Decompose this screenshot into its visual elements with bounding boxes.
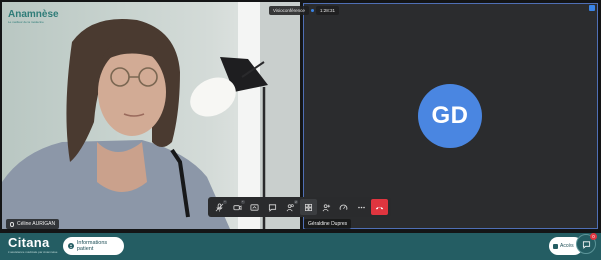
invite-icon (322, 203, 330, 211)
camera-button[interactable]: ^ (229, 199, 246, 215)
microphone-button[interactable]: ^ (211, 199, 228, 215)
screen-share-button[interactable] (247, 199, 264, 215)
chat-icon (269, 203, 277, 212)
remote-name-tag: Géraldine Dupres (304, 219, 352, 229)
chat-button[interactable] (264, 199, 281, 215)
speed-icon (340, 204, 348, 210)
recording-indicator-icon (310, 9, 314, 12)
brand-watermark: Anamnèse Le meilleur de la médecine (8, 9, 59, 25)
user-icon (68, 243, 74, 249)
bottom-bar: Citana L'assistance médicale par Anamnès… (0, 233, 601, 260)
participants-button[interactable]: 2 (282, 199, 299, 215)
participants-icon (286, 203, 294, 211)
microphone-icon (215, 202, 224, 212)
logo-tagline: L'assistance médicale par Anamnèse (8, 250, 58, 254)
more-icon (358, 206, 366, 208)
patient-info-button[interactable]: Informations patient (63, 237, 124, 255)
brand-tagline: Le meilleur de la médecine (8, 20, 44, 24)
participant-count-icon: 2 (293, 200, 298, 204)
person (2, 18, 230, 229)
grid-view-icon (304, 203, 312, 211)
document-icon (553, 243, 558, 249)
call-toolbar: ^ ^ 2 (208, 197, 391, 217)
local-participant-name: Céline AURIGAN (17, 221, 56, 227)
local-video-tile: Anamnèse Le meilleur de la médecine (2, 2, 300, 229)
grid-view-button[interactable] (299, 199, 317, 215)
screen-share-icon (250, 203, 259, 211)
video-stage: Anamnèse Le meilleur de la médecine GD C… (0, 0, 601, 233)
access-label: Accès (560, 243, 574, 249)
patient-info-label: Informations patient (76, 240, 108, 252)
mic-options-chevron-icon[interactable]: ^ (222, 200, 227, 204)
invite-button[interactable] (318, 199, 335, 215)
brand-name: Anamnèse (8, 9, 59, 20)
chat-badge: 0 (590, 233, 597, 240)
mic-status-icon (10, 221, 14, 227)
camera-scene (2, 18, 268, 229)
participant-avatar: GD (418, 84, 482, 148)
call-header: Visioconférence 1:28:31 (269, 6, 339, 15)
call-timer: 1:28:31 (315, 6, 339, 15)
camera-icon (233, 204, 242, 210)
chat-bubble-icon (582, 240, 590, 249)
hang-up-button[interactable] (371, 199, 388, 215)
local-name-tag: Céline AURIGAN (6, 219, 60, 229)
remote-participant-name: Géraldine Dupres (308, 221, 348, 227)
more-button[interactable] (353, 199, 370, 215)
logo-name: Citana (8, 235, 50, 250)
remote-video-tile[interactable]: GD (303, 3, 598, 229)
app-logo: Citana L'assistance médicale par Anamnès… (8, 235, 58, 255)
fullscreen-icon[interactable] (589, 5, 595, 11)
camera-options-chevron-icon[interactable]: ^ (240, 200, 245, 204)
hang-up-icon (375, 206, 384, 209)
speed-button[interactable] (336, 199, 353, 215)
service-name: Visioconférence (269, 6, 309, 15)
